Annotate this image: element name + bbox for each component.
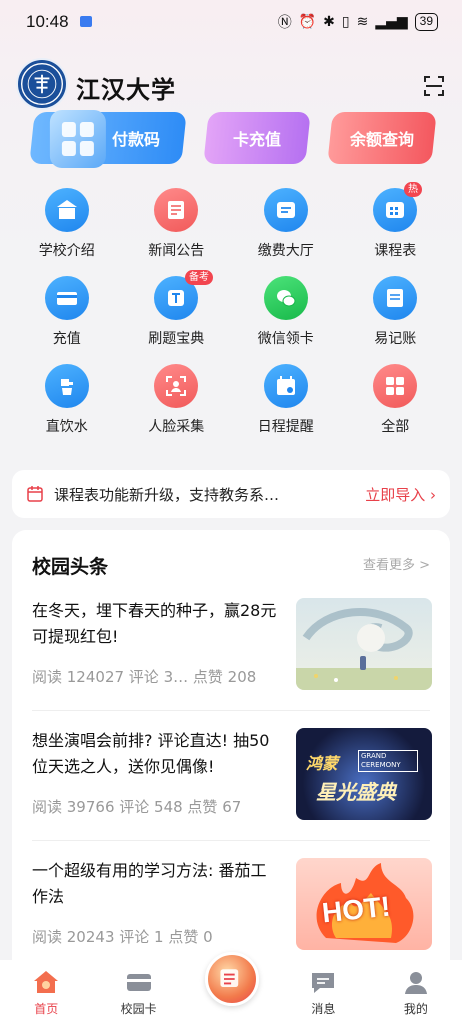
news-item[interactable]: 在冬天，埋下春天的种子，赢28元可提现红包! 阅读 124027 评论 3… 点… — [32, 598, 432, 694]
grid-item-drinking-water[interactable]: 直饮水 — [12, 364, 122, 436]
tab-home[interactable]: 首页 — [0, 960, 92, 1021]
divider — [32, 840, 430, 841]
news-meta: 阅读 39766 评论 548 点赞 67 — [32, 798, 242, 816]
grid-item-schedule-reminder[interactable]: 日程提醒 — [231, 364, 341, 436]
news-item[interactable]: 想坐演唱会前排? 评论直达! 抽50位天选之人，送你见偶像! 阅读 39766 … — [32, 728, 432, 824]
card-icon — [44, 276, 89, 320]
balance-query-button[interactable]: 余额查询 — [327, 112, 437, 164]
water-icon — [44, 364, 89, 408]
grid-label: 微信领卡 — [257, 331, 314, 347]
grid-item-quiz[interactable]: 备考 刷题宝典 — [122, 270, 232, 348]
grid-label: 课程表 — [374, 243, 417, 259]
thumbnail-text: 星光盛典 — [316, 780, 396, 804]
grid-label: 日程提醒 — [257, 419, 314, 435]
grid-label: 全部 — [381, 419, 410, 435]
app-header: 江汉大学 — [0, 54, 462, 114]
news-item[interactable]: 一个超级有用的学习方法: 番茄工作法 阅读 20243 评论 1 点赞 0 HO… — [32, 858, 432, 954]
wechat-icon — [263, 276, 308, 320]
grid-label: 学校介绍 — [38, 243, 95, 259]
import-now-link[interactable]: 立即导入 › — [365, 484, 436, 505]
campus-news-card: 校园头条 查看更多 > 在冬天，埋下春天的种子，赢28元可提现红包! 阅读 12… — [12, 530, 450, 970]
notification-icon — [80, 16, 92, 27]
nfc-icon: Ⓝ — [277, 15, 292, 31]
grid-label: 缴费大厅 — [257, 243, 314, 259]
grid-item-face-capture[interactable]: 人脸采集 — [122, 364, 232, 436]
bluetooth-icon: ✱ — [323, 14, 335, 30]
university-logo — [16, 58, 68, 110]
tab-messages[interactable]: 消息 — [277, 960, 369, 1021]
card-recharge-label: 卡充值 — [232, 130, 281, 149]
news-thumbnail: 鸿蒙 GRAND CEREMONY 星光盛典 — [296, 728, 432, 820]
grid-label: 直饮水 — [45, 419, 88, 435]
home-icon — [34, 971, 59, 993]
tab-label: 我的 — [403, 1002, 428, 1016]
promo-icon — [220, 969, 239, 987]
calendar-icon — [263, 364, 308, 408]
profile-icon — [404, 972, 427, 994]
calendar-icon — [27, 486, 43, 502]
grid-item-payment-hall[interactable]: 缴费大厅 — [231, 188, 341, 260]
pay-code-button[interactable]: 付款码 — [29, 110, 187, 168]
pay-code-label: 付款码 — [111, 130, 160, 149]
tab-label: 校园卡 — [120, 1002, 157, 1016]
payment-icon — [263, 188, 308, 232]
section-title: 校园头条 — [32, 556, 109, 578]
tab-label: 消息 — [311, 1002, 336, 1016]
grid-item-schedule[interactable]: 热 课程表 — [341, 182, 451, 260]
status-time: 10:48 — [26, 12, 69, 31]
signal-icon: ▂▄▆ — [375, 14, 408, 30]
campus-card-icon — [126, 974, 151, 991]
schedule-import-notice[interactable]: 课程表功能新升级，支持教务系… 立即导入 › — [12, 470, 450, 518]
qr-grid-icon — [49, 110, 106, 168]
view-more-link[interactable]: 查看更多 > — [363, 554, 430, 573]
news-title: 在冬天，埋下春天的种子，赢28元可提现红包! — [32, 601, 277, 646]
grid-item-recharge[interactable]: 充值 — [12, 276, 122, 348]
ledger-icon — [373, 276, 418, 320]
face-scan-icon — [154, 364, 199, 408]
news-thumbnail — [296, 598, 432, 690]
divider — [32, 710, 430, 711]
card-recharge-button[interactable]: 卡充值 — [203, 112, 311, 164]
grid-label: 刷题宝典 — [148, 331, 205, 347]
status-icons: Ⓝ ⏰ ✱ ▯ ≋ ▂▄▆ 39 — [278, 12, 438, 32]
grid-item-news[interactable]: 新闻公告 — [122, 188, 232, 260]
hot-badge: 热 — [404, 182, 422, 197]
news-title: 一个超级有用的学习方法: 番茄工作法 — [32, 861, 267, 906]
vibrate-icon: ▯ — [341, 14, 350, 30]
tab-profile[interactable]: 我的 — [370, 960, 462, 1021]
grid-item-wechat-card[interactable]: 微信领卡 — [231, 276, 341, 348]
thumbnail-text: 鸿蒙 — [306, 754, 339, 773]
alarm-icon: ⏰ — [298, 14, 317, 30]
grid-item-all[interactable]: 全部 — [341, 364, 451, 436]
status-bar: 10:48 Ⓝ ⏰ ✱ ▯ ≋ ▂▄▆ 39 — [0, 0, 462, 44]
tab-campus-card[interactable]: 校园卡 — [92, 960, 184, 1021]
promo-center-button[interactable] — [205, 952, 259, 1006]
grid-label: 易记账 — [374, 331, 417, 347]
grid-label: 充值 — [52, 331, 81, 347]
tab-label: 首页 — [34, 1002, 59, 1016]
grid-item-ledger[interactable]: 易记账 — [341, 276, 451, 348]
wifi-icon: ≋ — [356, 14, 369, 30]
thumbnail-text: GRAND CEREMONY — [358, 750, 418, 772]
news-meta: 阅读 124027 评论 3… 点赞 208 — [32, 668, 257, 686]
grid-item-school-intro[interactable]: 学校介绍 — [12, 188, 122, 260]
school-icon — [44, 188, 89, 232]
news-thumbnail: HOT! — [296, 858, 432, 950]
notice-text: 课程表功能新升级，支持教务系… — [54, 485, 280, 504]
balance-query-label: 余额查询 — [349, 130, 414, 149]
message-icon — [312, 973, 335, 993]
grid-label: 新闻公告 — [148, 243, 205, 259]
all-apps-icon — [373, 364, 418, 408]
app-title: 江汉大学 — [76, 76, 176, 104]
news-icon — [154, 188, 199, 232]
news-meta: 阅读 20243 评论 1 点赞 0 — [32, 928, 213, 946]
battery-indicator: 39 — [414, 13, 438, 31]
function-grid: 学校介绍 新闻公告 缴费大厅 热 课程表 充值 备考 刷题宝典 微信领卡 易记账… — [12, 182, 451, 436]
scan-icon[interactable] — [422, 74, 446, 98]
exam-prep-badge: 备考 — [185, 270, 213, 285]
news-title: 想坐演唱会前排? 评论直达! 抽50位天选之人，送你见偶像! — [32, 731, 270, 776]
grid-label: 人脸采集 — [148, 419, 205, 435]
